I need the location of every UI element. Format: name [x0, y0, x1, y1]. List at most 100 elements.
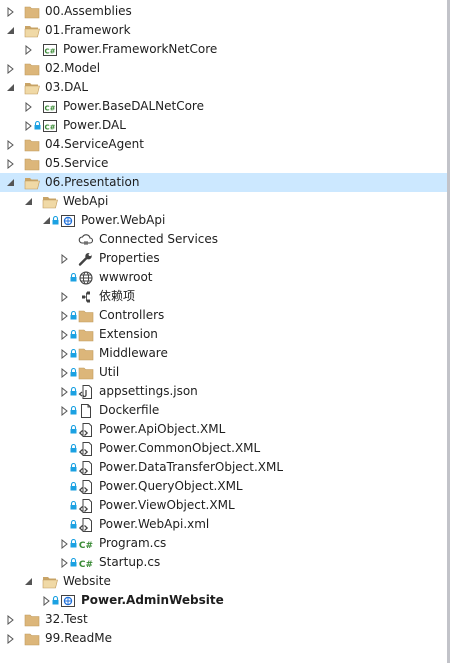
collapsed-arrow-icon[interactable]	[23, 40, 33, 59]
tree-item-util[interactable]: Util	[0, 363, 447, 382]
solution-folder-open-icon	[42, 574, 58, 590]
tree-item-label: Properties	[99, 251, 160, 265]
tree-item-05-service[interactable]: 05.Service	[0, 154, 447, 173]
tree-item-32-test[interactable]: 32.Test	[0, 610, 447, 629]
tree-item-label: Startup.cs	[99, 555, 161, 569]
tree-item-04-serviceagent[interactable]: 04.ServiceAgent	[0, 135, 447, 154]
collapsed-arrow-icon[interactable]	[5, 135, 15, 154]
collapsed-arrow-icon[interactable]	[5, 2, 15, 21]
expanded-arrow-icon[interactable]	[5, 21, 15, 40]
tree-item-power-webapi[interactable]: Power.WebApi	[0, 211, 447, 230]
tree-item-label: Power.ApiObject.XML	[99, 422, 226, 436]
tree-item-power-commonobject-xml[interactable]: Power.CommonObject.XML	[0, 439, 447, 458]
source-control-lock-icon	[70, 363, 77, 382]
tree-item-label: 99.ReadMe	[45, 631, 112, 645]
tree-item-label: Connected Services	[99, 232, 219, 246]
expanded-arrow-icon[interactable]	[23, 572, 33, 591]
tree-item-label: Middleware	[99, 346, 168, 360]
tree-item-label: Power.DAL	[63, 118, 126, 132]
collapsed-arrow-icon[interactable]	[59, 401, 69, 420]
tree-item-02-model[interactable]: 02.Model	[0, 59, 447, 78]
tree-item-power-adminwebsite[interactable]: Power.AdminWebsite	[0, 591, 447, 610]
tree-item-power-frameworknetcore[interactable]: C# Power.FrameworkNetCore	[0, 40, 447, 59]
tree-item-wwwroot[interactable]: wwwroot	[0, 268, 447, 287]
collapsed-arrow-icon[interactable]	[23, 97, 33, 116]
collapsed-arrow-icon[interactable]	[5, 59, 15, 78]
source-control-lock-icon	[70, 382, 77, 401]
collapsed-arrow-icon[interactable]	[41, 591, 51, 610]
collapsed-arrow-icon[interactable]	[59, 363, 69, 382]
collapsed-arrow-icon[interactable]	[59, 325, 69, 344]
tree-item-label: Power.DataTransferObject.XML	[99, 460, 284, 474]
tree-item-power-viewobject-xml[interactable]: Power.ViewObject.XML	[0, 496, 447, 515]
collapsed-arrow-icon[interactable]	[59, 382, 69, 401]
folder-icon	[78, 308, 94, 324]
tree-item-item[interactable]: 依赖项	[0, 287, 447, 306]
collapsed-arrow-icon[interactable]	[59, 306, 69, 325]
tree-item-power-queryobject-xml[interactable]: Power.QueryObject.XML	[0, 477, 447, 496]
source-control-lock-icon	[70, 458, 77, 477]
solution-folder-open-icon	[24, 175, 40, 191]
tree-item-properties[interactable]: Properties	[0, 249, 447, 268]
tree-item-appsettings-json[interactable]: appsettings.json	[0, 382, 447, 401]
tree-item-label: 04.ServiceAgent	[45, 137, 144, 151]
tree-item-power-webapi-xml[interactable]: Power.WebApi.xml	[0, 515, 447, 534]
collapsed-arrow-icon[interactable]	[59, 249, 69, 268]
tree-item-webapi[interactable]: WebApi	[0, 192, 447, 211]
expanded-arrow-icon[interactable]	[23, 192, 33, 211]
csharp-file-icon: C#	[78, 536, 94, 552]
expanded-arrow-icon[interactable]	[5, 78, 15, 97]
web-project-icon	[60, 593, 76, 609]
solution-folder-icon	[24, 4, 40, 20]
tree-item-power-dal[interactable]: C# Power.DAL	[0, 116, 447, 135]
collapsed-arrow-icon[interactable]	[5, 610, 15, 629]
tree-item-label: 01.Framework	[45, 23, 131, 37]
tree-item-01-framework[interactable]: 01.Framework	[0, 21, 447, 40]
csharp-project-icon: C#	[42, 118, 58, 134]
expanded-arrow-icon[interactable]	[5, 173, 15, 192]
collapsed-arrow-icon[interactable]	[59, 553, 69, 572]
tree-item-99-readme[interactable]: 99.ReadMe	[0, 629, 447, 648]
expanded-arrow-icon[interactable]	[41, 211, 51, 230]
collapsed-arrow-icon[interactable]	[59, 287, 69, 306]
xml-file-icon	[78, 498, 94, 514]
collapsed-arrow-icon[interactable]	[59, 534, 69, 553]
tree-item-power-apiobject-xml[interactable]: Power.ApiObject.XML	[0, 420, 447, 439]
tree-item-label: Power.ViewObject.XML	[99, 498, 235, 512]
tree-item-label: 06.Presentation	[45, 175, 140, 189]
connected-services-icon	[78, 232, 94, 248]
xml-file-icon	[78, 460, 94, 476]
tree-item-label: Website	[63, 574, 111, 588]
collapsed-arrow-icon[interactable]	[5, 629, 15, 648]
tree-item-startup-cs[interactable]: C# Startup.cs	[0, 553, 447, 572]
tree-item-power-datatransferobject-xml[interactable]: Power.DataTransferObject.XML	[0, 458, 447, 477]
tree-item-03-dal[interactable]: 03.DAL	[0, 78, 447, 97]
collapsed-arrow-icon[interactable]	[23, 116, 33, 135]
solution-folder-icon	[24, 156, 40, 172]
tree-item-00-assemblies[interactable]: 00.Assemblies	[0, 2, 447, 21]
tree-item-label: 03.DAL	[45, 80, 89, 94]
solution-explorer-tree: 00.Assemblies 01.Framework C# Power.Framewo…	[0, 0, 447, 663]
tree-item-website[interactable]: Website	[0, 572, 447, 591]
tree-item-label: Power.WebApi.xml	[99, 517, 210, 531]
source-control-lock-icon	[70, 553, 77, 572]
dependencies-icon	[78, 289, 94, 305]
tree-item-power-basedalnetcore[interactable]: C# Power.BaseDALNetCore	[0, 97, 447, 116]
source-control-lock-icon	[70, 420, 77, 439]
collapsed-arrow-icon[interactable]	[5, 154, 15, 173]
tree-item-label: Power.AdminWebsite	[81, 593, 224, 607]
tree-item-middleware[interactable]: Middleware	[0, 344, 447, 363]
collapsed-arrow-icon[interactable]	[59, 344, 69, 363]
tree-item-dockerfile[interactable]: Dockerfile	[0, 401, 447, 420]
csharp-file-icon: C#	[78, 555, 94, 571]
xml-file-icon	[78, 422, 94, 438]
tree-item-controllers[interactable]: Controllers	[0, 306, 447, 325]
folder-icon	[78, 327, 94, 343]
tree-item-connected-services[interactable]: Connected Services	[0, 230, 447, 249]
tree-item-extension[interactable]: Extension	[0, 325, 447, 344]
tree-item-program-cs[interactable]: C# Program.cs	[0, 534, 447, 553]
xml-file-icon	[78, 479, 94, 495]
tree-item-06-presentation[interactable]: 06.Presentation	[0, 173, 447, 192]
tree-item-label: Power.FrameworkNetCore	[63, 42, 218, 56]
tree-item-label: Power.QueryObject.XML	[99, 479, 243, 493]
